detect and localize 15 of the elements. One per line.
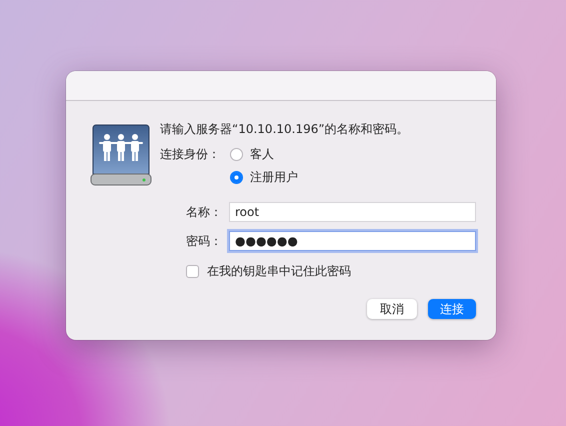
network-drive-icon [90,123,152,187]
checkbox[interactable] [186,265,199,278]
radio-label[interactable]: 客人 [250,146,274,163]
radio-button[interactable] [230,171,243,184]
cancel-button[interactable]: 取消 [367,299,417,319]
text-field[interactable]: ●●●●●● [229,231,476,251]
field-label: 名称： [185,204,223,220]
field-label: 密码： [185,232,223,250]
connect-as-label: 连接身份： [160,146,221,163]
radio-button[interactable] [230,148,243,161]
checkbox-label[interactable]: 在我的钥匙串中记住此密码 [207,263,351,280]
connect-button[interactable]: 连接 [428,299,476,319]
prompt-message: 请输入服务器“10.10.10.196”的名称和密码。 [160,121,410,138]
radio-label[interactable]: 注册用户 [250,169,298,186]
text-field[interactable]: root [229,202,476,222]
